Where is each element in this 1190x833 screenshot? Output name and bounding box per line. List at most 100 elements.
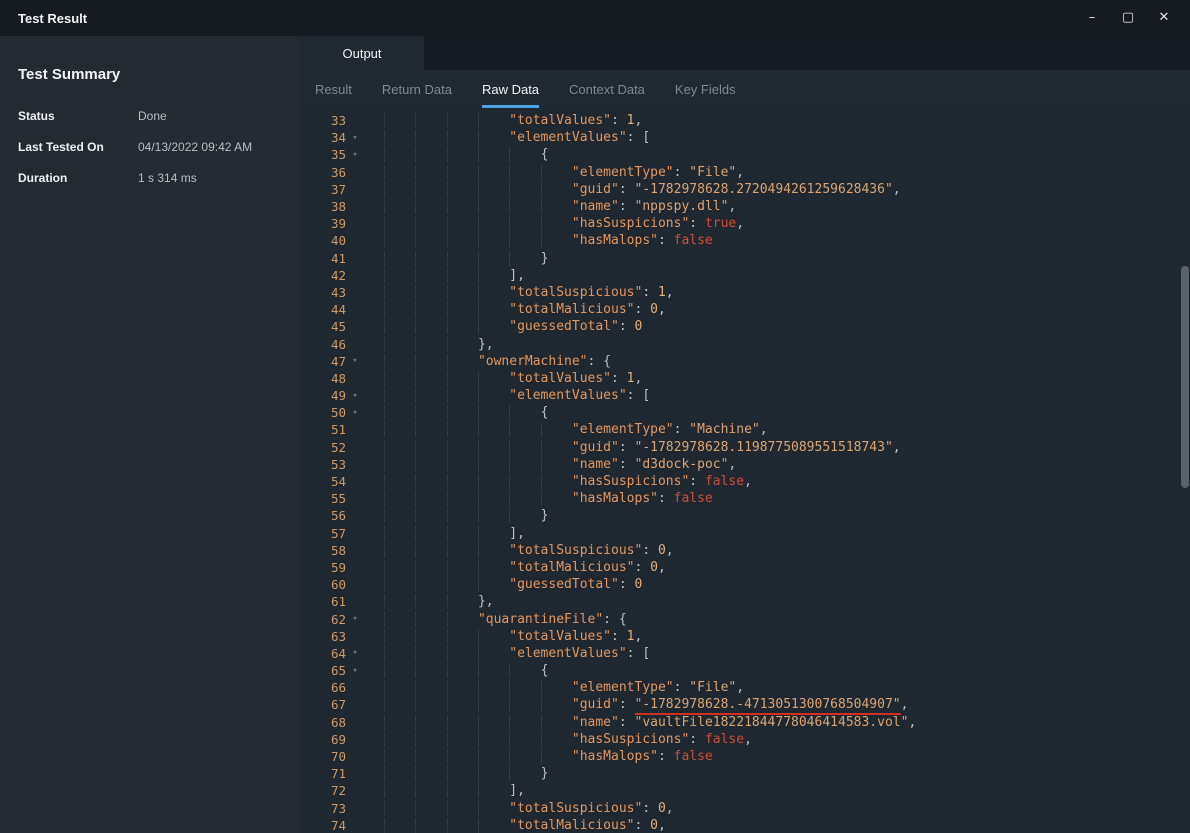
window-controls: – ▢ ✕ <box>1078 5 1178 31</box>
subtab-bar: Result Return Data Raw Data Context Data Key… <box>300 70 1190 108</box>
subtab-return-data[interactable]: Return Data <box>382 70 452 108</box>
editor-line: 49▾ "elementValues": [ <box>300 387 1190 404</box>
fold-toggle-icon[interactable]: ▾ <box>346 408 364 418</box>
line-number: 36 <box>300 165 346 180</box>
fold-toggle-icon[interactable]: ▾ <box>346 356 364 366</box>
code-text: ], <box>364 783 525 798</box>
line-number: 49 <box>300 388 346 403</box>
subtab-raw-data[interactable]: Raw Data <box>482 70 539 108</box>
line-number: 45 <box>300 319 346 334</box>
editor-line: 43 "totalSuspicious": 1, <box>300 284 1190 301</box>
code-text: "elementValues": [ <box>364 130 650 145</box>
line-number: 44 <box>300 302 346 317</box>
code-text: { <box>364 663 548 678</box>
code-text: "guessedTotal": 0 <box>364 319 642 334</box>
code-text: "elementValues": [ <box>364 388 650 403</box>
line-number: 74 <box>300 818 346 833</box>
line-number: 70 <box>300 749 346 764</box>
last-tested-value: 04/13/2022 09:42 AM <box>138 140 252 154</box>
vertical-scrollbar[interactable] <box>1180 108 1189 833</box>
code-text: "ownerMachine": { <box>364 354 611 369</box>
code-text: ], <box>364 268 525 283</box>
code-text: "elementType": "File", <box>364 680 744 695</box>
editor-line: 41 } <box>300 250 1190 267</box>
line-number: 57 <box>300 526 346 541</box>
code-text: "totalMalicious": 0, <box>364 560 666 575</box>
line-number: 50 <box>300 405 346 420</box>
fold-toggle-icon[interactable]: ▾ <box>346 666 364 676</box>
editor-line: 67 "guid": "-1782978628.-471305130076850… <box>300 696 1190 713</box>
code-text: "name": "nppspy.dll", <box>364 199 736 214</box>
editor-lines: 33 "totalValues": 1,34▾ "elementValues":… <box>300 112 1190 833</box>
code-text: "guid": "-1782978628.2720494261259628436… <box>364 182 901 197</box>
sidebar: Test Summary Status Done Last Tested On … <box>0 36 300 833</box>
code-text: } <box>364 251 548 266</box>
editor-line: 61 }, <box>300 593 1190 610</box>
tabstrip: Output <box>300 36 1190 70</box>
maximize-icon[interactable]: ▢ <box>1114 5 1142 31</box>
code-text: ], <box>364 526 525 541</box>
editor-line: 50▾ { <box>300 404 1190 421</box>
subtab-result[interactable]: Result <box>315 70 352 108</box>
line-number: 40 <box>300 233 346 248</box>
line-number: 64 <box>300 646 346 661</box>
code-text: "name": "d3dock-poc", <box>364 457 736 472</box>
code-text: "totalMalicious": 0, <box>364 302 666 317</box>
editor-line: 33 "totalValues": 1, <box>300 112 1190 129</box>
line-number: 54 <box>300 474 346 489</box>
code-text: "totalSuspicious": 0, <box>364 543 674 558</box>
line-number: 39 <box>300 216 346 231</box>
summary-row-status: Status Done <box>18 109 282 123</box>
editor-line: 51 "elementType": "Machine", <box>300 421 1190 438</box>
fold-toggle-icon[interactable]: ▾ <box>346 648 364 658</box>
minimize-icon[interactable]: – <box>1078 5 1106 31</box>
scrollbar-thumb[interactable] <box>1181 266 1189 488</box>
titlebar: Test Result – ▢ ✕ <box>0 0 1190 36</box>
editor-line: 73 "totalSuspicious": 0, <box>300 800 1190 817</box>
code-text: }, <box>364 337 494 352</box>
line-number: 58 <box>300 543 346 558</box>
code-text: } <box>364 766 548 781</box>
line-number: 66 <box>300 680 346 695</box>
code-text: "hasMalops": false <box>364 491 713 506</box>
editor-line: 54 "hasSuspicions": false, <box>300 473 1190 490</box>
line-number: 53 <box>300 457 346 472</box>
editor-line: 72 ], <box>300 782 1190 799</box>
editor-line: 57 ], <box>300 525 1190 542</box>
editor-line: 36 "elementType": "File", <box>300 164 1190 181</box>
subtab-context-data[interactable]: Context Data <box>569 70 645 108</box>
code-text: "hasSuspicions": false, <box>364 732 752 747</box>
editor-line: 34▾ "elementValues": [ <box>300 129 1190 146</box>
editor-line: 59 "totalMalicious": 0, <box>300 559 1190 576</box>
summary-row-last-tested: Last Tested On 04/13/2022 09:42 AM <box>18 140 282 154</box>
line-number: 43 <box>300 285 346 300</box>
editor-line: 42 ], <box>300 267 1190 284</box>
sidebar-title: Test Summary <box>18 66 282 83</box>
code-text: { <box>364 147 548 162</box>
code-text: "quarantineFile": { <box>364 612 627 627</box>
content: Test Summary Status Done Last Tested On … <box>0 36 1190 833</box>
close-icon[interactable]: ✕ <box>1150 5 1178 31</box>
editor-line: 64▾ "elementValues": [ <box>300 645 1190 662</box>
code-text: } <box>364 508 548 523</box>
code-text: "guid": "-1782978628.-471305130076850490… <box>364 697 908 712</box>
fold-toggle-icon[interactable]: ▾ <box>346 391 364 401</box>
line-number: 47 <box>300 354 346 369</box>
line-number: 68 <box>300 715 346 730</box>
tab-output[interactable]: Output <box>300 36 424 70</box>
editor-line: 37 "guid": "-1782978628.2720494261259628… <box>300 181 1190 198</box>
subtab-key-fields[interactable]: Key Fields <box>675 70 736 108</box>
code-text: "hasMalops": false <box>364 749 713 764</box>
fold-toggle-icon[interactable]: ▾ <box>346 150 364 160</box>
line-number: 51 <box>300 422 346 437</box>
fold-toggle-icon[interactable]: ▾ <box>346 133 364 143</box>
code-text: "elementType": "File", <box>364 165 744 180</box>
code-text: "name": "vaultFile18221844778046414583.v… <box>364 715 916 730</box>
line-number: 33 <box>300 113 346 128</box>
code-text: "totalSuspicious": 0, <box>364 801 674 816</box>
code-text: "hasSuspicions": false, <box>364 474 752 489</box>
line-number: 67 <box>300 697 346 712</box>
summary-row-duration: Duration 1 s 314 ms <box>18 171 282 185</box>
code-text: "totalMalicious": 0, <box>364 818 666 833</box>
fold-toggle-icon[interactable]: ▾ <box>346 614 364 624</box>
